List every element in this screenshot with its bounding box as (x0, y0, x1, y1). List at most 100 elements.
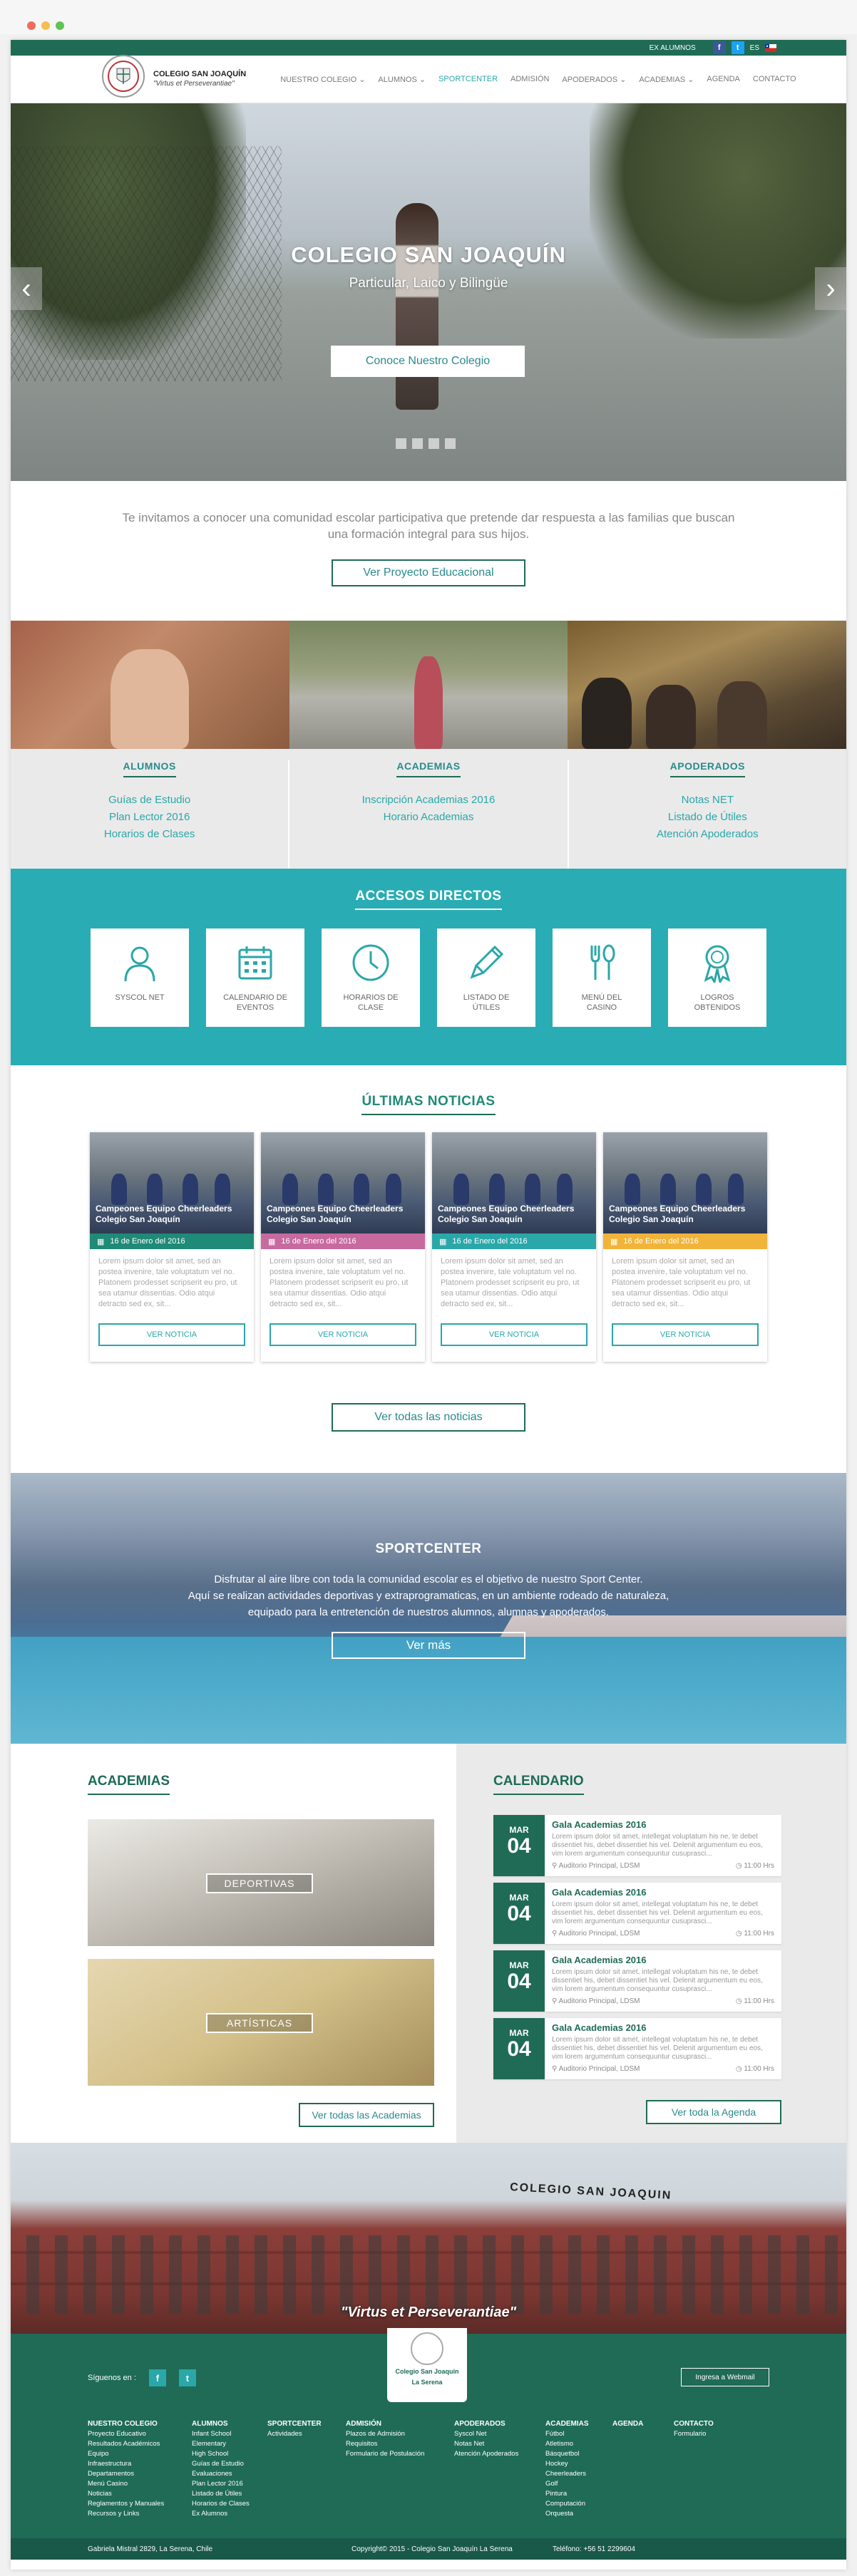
ver-todas-noticias-button[interactable]: Ver todas las noticias (332, 1403, 525, 1432)
footer-link[interactable]: Actividades (267, 2429, 346, 2439)
footer-link[interactable]: Orquesta (545, 2509, 612, 2519)
academia-artisticas-card[interactable]: ARTÍSTICAS (88, 1959, 434, 2086)
facebook-icon[interactable]: f (148, 2369, 166, 2386)
footer-link[interactable]: Fútbol (545, 2429, 612, 2439)
footer-link[interactable]: Resultados Académicos (88, 2439, 192, 2449)
hero-prev-arrow-icon[interactable]: ‹ (11, 267, 42, 310)
footer-link[interactable]: High School (192, 2449, 267, 2459)
footer-column-title[interactable]: ADMISIÓN (346, 2419, 454, 2429)
footer-column-title[interactable]: ACADEMIAS (545, 2419, 612, 2429)
footer-link[interactable]: Básquetbol (545, 2449, 612, 2459)
proyecto-educacional-button[interactable]: Ver Proyecto Educacional (332, 559, 525, 586)
nav-sportcenter[interactable]: SPORTCENTER (438, 75, 498, 84)
footer-link[interactable]: Computación (545, 2499, 612, 2509)
maximize-dot-icon[interactable] (56, 21, 64, 30)
link-plan-lector[interactable]: Plan Lector 2016 (11, 809, 288, 826)
exalumnos-link[interactable]: EX ALUMNOS (650, 44, 696, 52)
footer-link[interactable]: Ex Alumnos (192, 2509, 267, 2519)
link-notas-net[interactable]: Notas NET (569, 792, 846, 809)
ver-toda-agenda-button[interactable]: Ver toda la Agenda (646, 2100, 781, 2124)
footer-link[interactable]: Cheerleaders (545, 2469, 612, 2479)
nav-contacto[interactable]: CONTACTO (753, 75, 796, 84)
footer-link[interactable]: Proyecto Educativo (88, 2429, 192, 2439)
nav-academias[interactable]: ACADEMIAS ⌄ (639, 75, 694, 84)
footer-link[interactable]: Menú Casino (88, 2479, 192, 2489)
nav-alumnos[interactable]: ALUMNOS ⌄ (378, 75, 426, 84)
news-card[interactable]: Campeones Equipo Cheerleaders Colegio Sa… (603, 1132, 767, 1362)
footer-link[interactable]: Pintura (545, 2489, 612, 2499)
footer-logo[interactable]: Colegio San Joaquín La Serena (387, 2328, 467, 2402)
footer-link[interactable]: Atletismo (545, 2439, 612, 2449)
footer-link[interactable]: Golf (545, 2479, 612, 2489)
footer-link[interactable]: Atención Apoderados (454, 2449, 545, 2459)
tile-casino[interactable]: MENÚ DEL CASINO (553, 929, 651, 1027)
nav-admision[interactable]: ADMISIÓN (510, 75, 549, 84)
news-card[interactable]: Campeones Equipo Cheerleaders Colegio Sa… (90, 1132, 254, 1362)
slider-dot[interactable] (396, 438, 406, 449)
footer-link[interactable]: Equipo (88, 2449, 192, 2459)
hero-cta-button[interactable]: Conoce Nuestro Colegio (331, 346, 525, 377)
close-dot-icon[interactable] (27, 21, 36, 30)
ver-noticia-button[interactable]: VER NOTICIA (441, 1323, 587, 1346)
footer-link[interactable]: Horarios de Clases (192, 2499, 267, 2509)
footer-link[interactable]: Plan Lector 2016 (192, 2479, 267, 2489)
nav-agenda[interactable]: AGENDA (707, 75, 739, 84)
footer-link[interactable]: Plazos de Admisión (346, 2429, 454, 2439)
hero-next-arrow-icon[interactable]: › (815, 267, 846, 310)
chile-flag-icon[interactable] (765, 43, 776, 52)
link-horario-academias[interactable]: Horario Academias (289, 809, 567, 826)
link-inscripcion[interactable]: Inscripción Academias 2016 (289, 792, 567, 809)
tile-calendario[interactable]: CALENDARIO DE EVENTOS (206, 929, 304, 1027)
link-listado-utiles[interactable]: Listado de Útiles (569, 809, 846, 826)
brand[interactable]: COLEGIO SAN JOAQUÍN "Virtus et Persevera… (153, 70, 246, 88)
footer-link[interactable]: Elementary (192, 2439, 267, 2449)
footer-link[interactable]: Infant School (192, 2429, 267, 2439)
footer-column-title[interactable]: AGENDA (612, 2419, 674, 2429)
link-atencion[interactable]: Atención Apoderados (569, 826, 846, 843)
footer-column-title[interactable]: APODERADOS (454, 2419, 545, 2429)
footer-column-title[interactable]: NUESTRO COLEGIO (88, 2419, 192, 2429)
tile-logros[interactable]: LOGROS OBTENIDOS (668, 929, 766, 1027)
link-guias[interactable]: Guías de Estudio (11, 792, 288, 809)
tile-horarios[interactable]: HORARIOS DE CLASE (322, 929, 420, 1027)
event-item[interactable]: MAR 04 Gala Academias 2016 Lorem ipsum do… (493, 1950, 781, 2012)
footer-link[interactable]: Departamentos (88, 2469, 192, 2479)
news-card[interactable]: Campeones Equipo Cheerleaders Colegio Sa… (261, 1132, 425, 1362)
footer-link[interactable]: Recursos y Links (88, 2509, 192, 2519)
footer-column-title[interactable]: ALUMNOS (192, 2419, 267, 2429)
ver-noticia-button[interactable]: VER NOTICIA (270, 1323, 416, 1346)
footer-link[interactable]: Hockey (545, 2459, 612, 2469)
footer-link[interactable]: Noticias (88, 2489, 192, 2499)
footer-link[interactable]: Notas Net (454, 2439, 545, 2449)
ver-noticia-button[interactable]: VER NOTICIA (98, 1323, 245, 1346)
twitter-icon[interactable]: t (178, 2369, 196, 2386)
language-selector[interactable]: ES (750, 44, 759, 52)
event-item[interactable]: MAR 04 Gala Academias 2016 Lorem ipsum do… (493, 1883, 781, 1944)
slider-dot[interactable] (428, 438, 439, 449)
footer-link[interactable]: Formulario de Postulación (346, 2449, 454, 2459)
footer-link[interactable]: Evaluaciones (192, 2469, 267, 2479)
tile-syscol[interactable]: SYSCOL NET (91, 929, 189, 1027)
facebook-icon[interactable]: f (712, 41, 726, 54)
event-item[interactable]: MAR 04 Gala Academias 2016 Lorem ipsum do… (493, 1815, 781, 1876)
school-crest-logo[interactable] (102, 55, 145, 98)
news-card[interactable]: Campeones Equipo Cheerleaders Colegio Sa… (432, 1132, 596, 1362)
minimize-dot-icon[interactable] (41, 21, 50, 30)
webmail-button[interactable]: Ingresa a Webmail (681, 2368, 769, 2386)
ver-noticia-button[interactable]: VER NOTICIA (612, 1323, 759, 1346)
footer-link[interactable]: Syscol Net (454, 2429, 545, 2439)
academia-deportivas-card[interactable]: DEPORTIVAS (88, 1819, 434, 1946)
footer-link[interactable]: Listado de Útiles (192, 2489, 267, 2499)
footer-link[interactable]: Requisitos (346, 2439, 454, 2449)
link-horarios[interactable]: Horarios de Clases (11, 826, 288, 843)
footer-link[interactable]: Reglamentos y Manuales (88, 2499, 192, 2509)
nav-apoderados[interactable]: APODERADOS ⌄ (562, 75, 626, 84)
footer-link[interactable]: Infraestructura (88, 2459, 192, 2469)
footer-link[interactable]: Formulario (674, 2429, 731, 2439)
footer-column-title[interactable]: CONTACTO (674, 2419, 731, 2429)
ver-todas-academias-button[interactable]: Ver todas las Academias (299, 2103, 434, 2127)
ver-mas-button[interactable]: Ver más (332, 1632, 525, 1659)
twitter-icon[interactable]: t (731, 41, 744, 54)
tile-utiles[interactable]: LISTADO DE ÚTILES (437, 929, 535, 1027)
slider-dot[interactable] (445, 438, 456, 449)
